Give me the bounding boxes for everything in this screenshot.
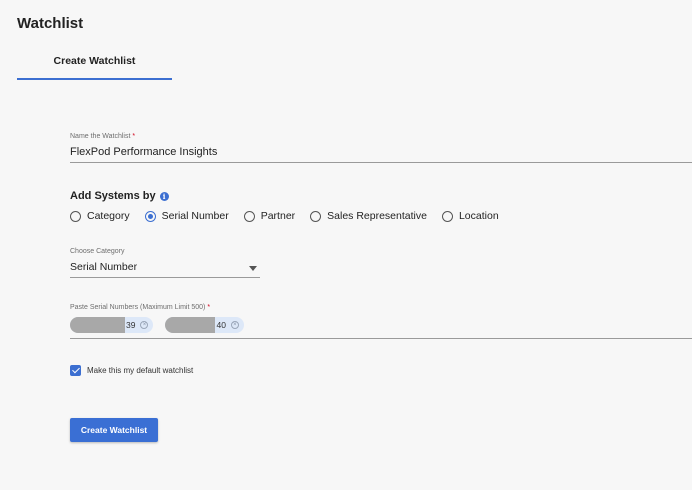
default-watchlist-option: Make this my default watchlist	[70, 365, 193, 376]
radio-button[interactable]	[441, 210, 453, 222]
remove-chip-icon[interactable]: ×	[230, 321, 239, 329]
serial-chip-list: 39 × 40 ×	[70, 317, 248, 333]
category-select-value: Serial Number	[70, 261, 138, 273]
radio-button[interactable]	[70, 210, 81, 222]
watchlist-name-input[interactable]: FlexPod Performance Insights	[70, 146, 217, 158]
create-watchlist-button[interactable]: Create Watchlist	[70, 418, 158, 442]
radio-serial-number[interactable]: Serial Number	[144, 210, 229, 222]
radio-label: Partner	[260, 210, 296, 222]
required-mark: *	[207, 304, 211, 311]
add-systems-title: Add Systems by i	[70, 190, 169, 202]
serial-chip-text: 39	[126, 320, 136, 330]
serial-chip[interactable]: 40 ×	[165, 317, 244, 333]
serial-chip[interactable]: 39 ×	[70, 317, 154, 333]
radio-label: Serial Number	[161, 210, 229, 222]
radio-button[interactable]	[243, 210, 255, 222]
radio-label: Location	[458, 210, 499, 222]
choose-category-label: Choose Category	[70, 248, 125, 255]
default-watchlist-label: Make this my default watchlist	[87, 366, 194, 375]
serial-numbers-underline	[70, 338, 692, 339]
radio-label: Category	[87, 210, 130, 222]
radio-location[interactable]: Location	[441, 210, 499, 222]
watchlist-name-label-text: Name the Watchlist	[70, 133, 131, 140]
required-mark: *	[132, 133, 136, 140]
add-systems-title-text: Add Systems by	[70, 190, 156, 202]
serial-numbers-label: Paste Serial Numbers (Maximum Limit 500)…	[70, 304, 210, 311]
radio-label: Sales Representative	[327, 210, 427, 222]
radio-button[interactable]	[310, 210, 322, 222]
watchlist-name-label: Name the Watchlist *	[70, 133, 135, 140]
redacted-block	[165, 317, 216, 333]
info-icon[interactable]: i	[159, 191, 169, 201]
default-watchlist-checkbox[interactable]	[70, 365, 81, 376]
add-systems-radio-group: Category Serial Number Partner Sales Rep…	[70, 210, 514, 222]
tab-create-watchlist[interactable]: Create Watchlist	[17, 48, 172, 80]
radio-partner[interactable]: Partner	[243, 210, 296, 222]
radio-sales-representative[interactable]: Sales Representative	[310, 210, 427, 222]
page-title: Watchlist	[17, 15, 84, 32]
watchlist-name-underline	[70, 162, 692, 163]
remove-chip-icon[interactable]: ×	[140, 321, 149, 329]
radio-category[interactable]: Category	[70, 210, 130, 222]
serial-chip-text: 40	[216, 320, 226, 330]
category-select[interactable]: Serial Number	[70, 261, 260, 278]
caret-down-icon[interactable]	[249, 266, 257, 271]
redacted-block	[70, 317, 125, 333]
serial-numbers-label-text: Paste Serial Numbers (Maximum Limit 500)	[70, 304, 206, 311]
radio-button-selected[interactable]	[144, 210, 156, 222]
